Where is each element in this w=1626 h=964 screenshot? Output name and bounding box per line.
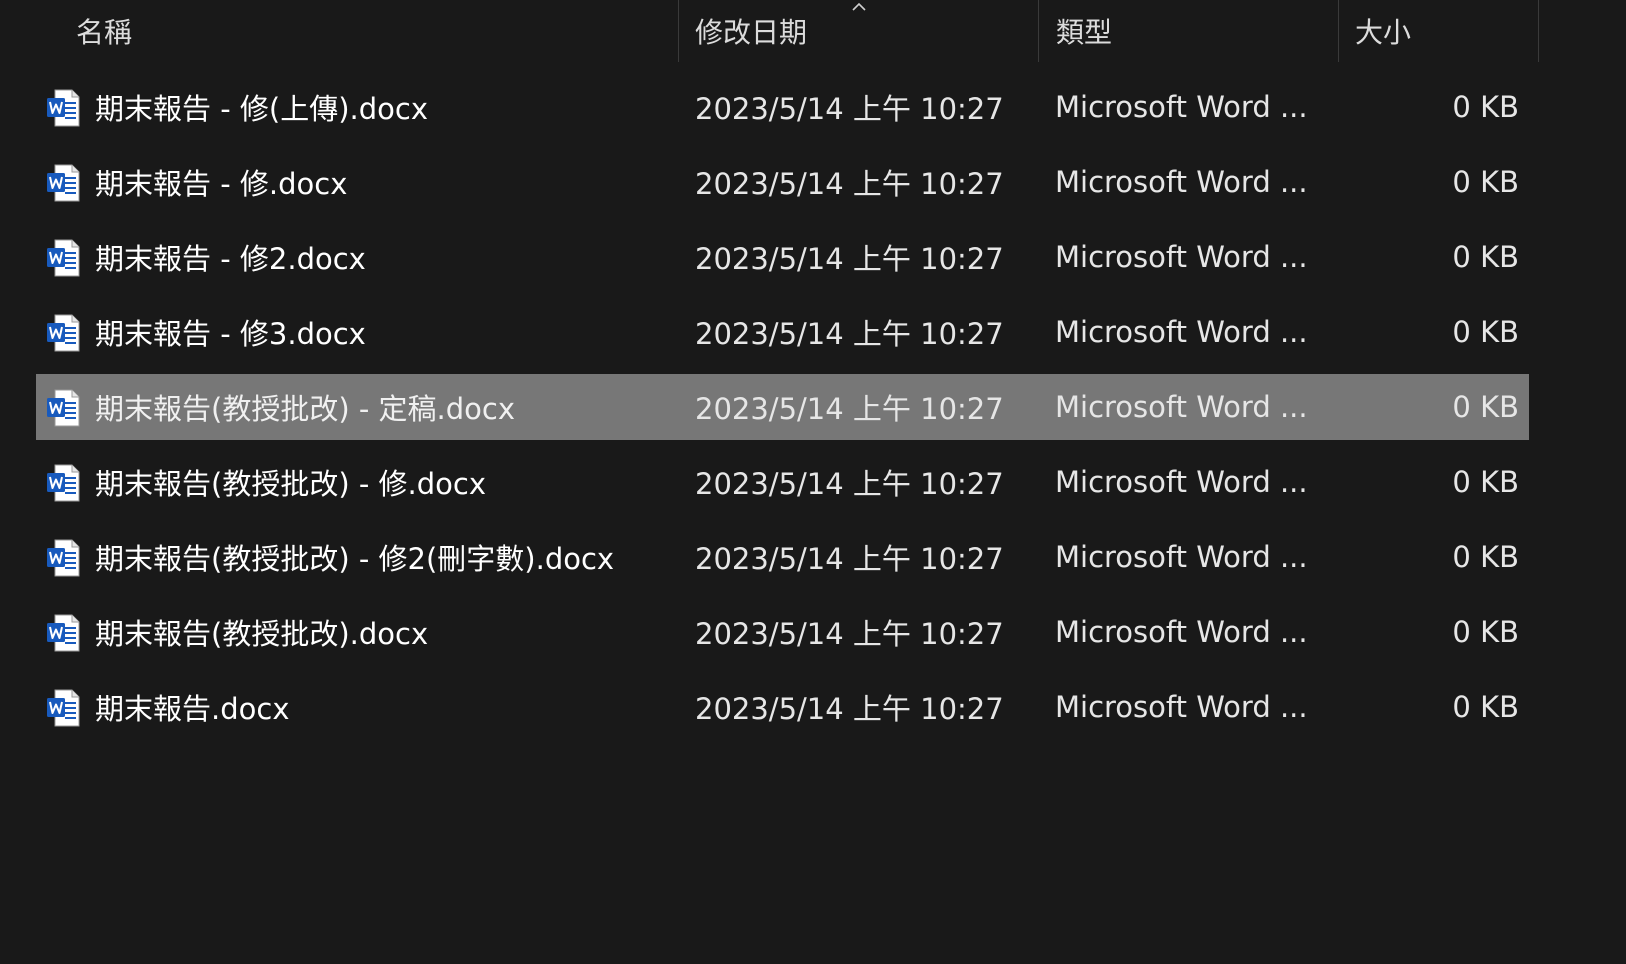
file-size: 0 KB [1452,540,1519,574]
file-name: 期末報告 - 修2.docx [95,242,366,276]
file-type: Microsoft Word ... [1055,240,1308,274]
word-doc-icon [47,239,80,277]
file-name: 期末報告.docx [95,692,290,726]
column-divider[interactable] [1538,0,1539,62]
column-header-type-label: 類型 [1056,16,1113,49]
word-doc-icon [47,314,80,352]
file-row[interactable]: 期末報告 - 修.docx 2023/5/14 上午 10:27 Microso… [36,149,1529,215]
word-doc-icon [47,689,80,727]
column-header-name[interactable]: 名稱 [0,0,678,62]
file-size: 0 KB [1452,165,1519,199]
file-type: Microsoft Word ... [1055,390,1308,424]
file-name: 期末報告(教授批改) - 修2(刪字數).docx [95,542,615,576]
file-size: 0 KB [1452,690,1519,724]
file-type: Microsoft Word ... [1055,465,1308,499]
column-header-type[interactable]: 類型 [1039,0,1338,62]
file-name: 期末報告 - 修.docx [95,167,348,201]
file-name: 期末報告(教授批改) - 修.docx [95,467,487,501]
file-type: Microsoft Word ... [1055,690,1308,724]
file-size: 0 KB [1452,315,1519,349]
file-date-modified: 2023/5/14 上午 10:27 [695,617,1004,651]
file-type: Microsoft Word ... [1055,540,1308,574]
file-date-modified: 2023/5/14 上午 10:27 [695,92,1004,126]
file-row[interactable]: 期末報告 - 修2.docx 2023/5/14 上午 10:27 Micros… [36,224,1529,290]
file-type: Microsoft Word ... [1055,615,1308,649]
column-header-name-label: 名稱 [76,16,133,49]
chevron-up-icon [852,2,866,11]
file-row[interactable]: 期末報告 - 修(上傳).docx 2023/5/14 上午 10:27 Mic… [36,74,1529,140]
file-date-modified: 2023/5/14 上午 10:27 [695,242,1004,276]
file-size: 0 KB [1452,615,1519,649]
file-size: 0 KB [1452,240,1519,274]
file-row[interactable]: 期末報告.docx 2023/5/14 上午 10:27 Microsoft W… [36,674,1529,740]
file-date-modified: 2023/5/14 上午 10:27 [695,467,1004,501]
file-date-modified: 2023/5/14 上午 10:27 [695,317,1004,351]
file-name: 期末報告 - 修3.docx [95,317,366,351]
file-explorer-details-view: 名稱 修改日期 類型 大小 期末報告 - 修(上傳).docx 2023/5/1… [0,0,1626,964]
file-name: 期末報告(教授批改) - 定稿.docx [95,392,516,426]
file-type: Microsoft Word ... [1055,165,1308,199]
file-row[interactable]: 期末報告 - 修3.docx 2023/5/14 上午 10:27 Micros… [36,299,1529,365]
column-header-bar: 名稱 修改日期 類型 大小 [0,0,1626,62]
file-date-modified: 2023/5/14 上午 10:27 [695,692,1004,726]
column-header-size[interactable]: 大小 [1339,0,1539,62]
file-size: 0 KB [1452,465,1519,499]
file-size: 0 KB [1452,390,1519,424]
word-doc-icon [47,389,80,427]
file-name: 期末報告(教授批改).docx [95,617,429,651]
file-row[interactable]: 期末報告(教授批改) - 修.docx 2023/5/14 上午 10:27 M… [36,449,1529,515]
column-header-size-label: 大小 [1355,16,1412,49]
word-doc-icon [47,164,80,202]
file-date-modified: 2023/5/14 上午 10:27 [695,392,1004,426]
file-size: 0 KB [1452,90,1519,124]
word-doc-icon [47,614,80,652]
file-row[interactable]: 期末報告(教授批改) - 修2(刪字數).docx 2023/5/14 上午 1… [36,524,1529,590]
column-header-date-label: 修改日期 [695,16,808,49]
file-name: 期末報告 - 修(上傳).docx [95,92,429,126]
file-type: Microsoft Word ... [1055,90,1308,124]
file-row[interactable]: 期末報告(教授批改).docx 2023/5/14 上午 10:27 Micro… [36,599,1529,665]
word-doc-icon [47,539,80,577]
file-row-selected[interactable]: 期末報告(教授批改) - 定稿.docx 2023/5/14 上午 10:27 … [36,374,1529,440]
file-date-modified: 2023/5/14 上午 10:27 [695,542,1004,576]
word-doc-icon [47,464,80,502]
file-date-modified: 2023/5/14 上午 10:27 [695,167,1004,201]
word-doc-icon [47,89,80,127]
file-type: Microsoft Word ... [1055,315,1308,349]
